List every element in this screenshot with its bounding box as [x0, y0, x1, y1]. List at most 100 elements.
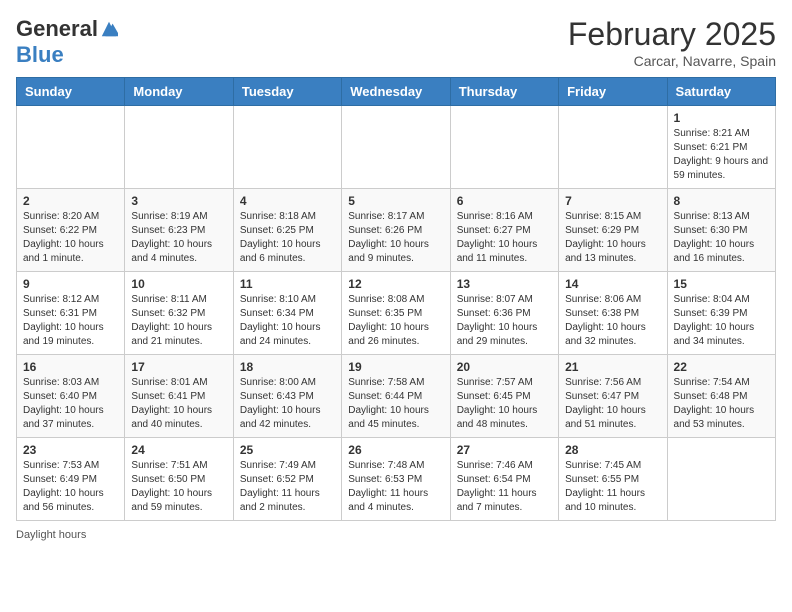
calendar-day-header: Thursday — [450, 78, 558, 106]
day-number: 9 — [23, 277, 118, 291]
logo-general-text: General — [16, 16, 98, 42]
logo-blue-text: Blue — [16, 42, 64, 67]
calendar-week-row: 9 Sunrise: 8:12 AM Sunset: 6:31 PM Daylig… — [17, 272, 776, 355]
calendar-cell — [559, 106, 667, 189]
calendar-cell: 24 Sunrise: 7:51 AM Sunset: 6:50 PM Dayli… — [125, 438, 233, 521]
day-info: Sunrise: 8:08 AM Sunset: 6:35 PM Dayligh… — [348, 293, 443, 349]
day-info: Sunrise: 8:21 AM Sunset: 6:21 PM Dayligh… — [674, 127, 769, 183]
logo-icon — [100, 20, 118, 38]
day-number: 12 — [348, 277, 443, 291]
calendar-cell: 20 Sunrise: 7:57 AM Sunset: 6:45 PM Dayli… — [450, 355, 558, 438]
page-header: General Blue February 2025 Carcar, Navar… — [16, 16, 776, 69]
calendar-cell: 13 Sunrise: 8:07 AM Sunset: 6:36 PM Dayli… — [450, 272, 558, 355]
day-number: 14 — [565, 277, 660, 291]
day-info: Sunrise: 7:53 AM Sunset: 6:49 PM Dayligh… — [23, 459, 118, 515]
day-info: Sunrise: 7:58 AM Sunset: 6:44 PM Dayligh… — [348, 376, 443, 432]
day-number: 20 — [457, 360, 552, 374]
day-info: Sunrise: 8:07 AM Sunset: 6:36 PM Dayligh… — [457, 293, 552, 349]
day-number: 1 — [674, 111, 769, 125]
day-info: Sunrise: 7:45 AM Sunset: 6:55 PM Dayligh… — [565, 459, 660, 515]
day-info: Sunrise: 8:11 AM Sunset: 6:32 PM Dayligh… — [131, 293, 226, 349]
calendar-cell: 19 Sunrise: 7:58 AM Sunset: 6:44 PM Dayli… — [342, 355, 450, 438]
calendar-cell: 16Sunrise: 8:03 AM Sunset: 6:40 PM Dayli… — [17, 355, 125, 438]
day-number: 5 — [348, 194, 443, 208]
logo: General Blue — [16, 16, 118, 68]
day-info: Sunrise: 7:48 AM Sunset: 6:53 PM Dayligh… — [348, 459, 443, 515]
day-info: Sunrise: 8:13 AM Sunset: 6:30 PM Dayligh… — [674, 210, 769, 266]
calendar-cell: 4Sunrise: 8:18 AM Sunset: 6:25 PM Daylig… — [233, 189, 341, 272]
footer-text: Daylight hours — [16, 529, 86, 541]
day-info: Sunrise: 8:20 AM Sunset: 6:22 PM Dayligh… — [23, 210, 118, 266]
calendar-week-row: 16Sunrise: 8:03 AM Sunset: 6:40 PM Dayli… — [17, 355, 776, 438]
calendar-cell: 15 Sunrise: 8:04 AM Sunset: 6:39 PM Dayli… — [667, 272, 775, 355]
calendar-week-row: 2 Sunrise: 8:20 AM Sunset: 6:22 PM Daylig… — [17, 189, 776, 272]
day-number: 8 — [674, 194, 769, 208]
day-number: 13 — [457, 277, 552, 291]
day-info: Sunrise: 8:18 AM Sunset: 6:25 PM Dayligh… — [240, 210, 335, 266]
calendar-week-row: 1 Sunrise: 8:21 AM Sunset: 6:21 PM Daylig… — [17, 106, 776, 189]
calendar-cell: 11Sunrise: 8:10 AM Sunset: 6:34 PM Dayli… — [233, 272, 341, 355]
calendar-cell: 1 Sunrise: 8:21 AM Sunset: 6:21 PM Daylig… — [667, 106, 775, 189]
calendar-cell: 9 Sunrise: 8:12 AM Sunset: 6:31 PM Daylig… — [17, 272, 125, 355]
calendar-day-header: Tuesday — [233, 78, 341, 106]
day-number: 11 — [240, 277, 335, 291]
day-info: Sunrise: 8:17 AM Sunset: 6:26 PM Dayligh… — [348, 210, 443, 266]
day-number: 18 — [240, 360, 335, 374]
calendar-week-row: 23 Sunrise: 7:53 AM Sunset: 6:49 PM Dayli… — [17, 438, 776, 521]
calendar-table: SundayMondayTuesdayWednesdayThursdayFrid… — [16, 77, 776, 521]
day-info: Sunrise: 7:54 AM Sunset: 6:48 PM Dayligh… — [674, 376, 769, 432]
day-info: Sunrise: 8:19 AM Sunset: 6:23 PM Dayligh… — [131, 210, 226, 266]
calendar-cell: 17 Sunrise: 8:01 AM Sunset: 6:41 PM Dayli… — [125, 355, 233, 438]
calendar-cell: 22 Sunrise: 7:54 AM Sunset: 6:48 PM Dayli… — [667, 355, 775, 438]
calendar-cell — [667, 438, 775, 521]
day-info: Sunrise: 8:12 AM Sunset: 6:31 PM Dayligh… — [23, 293, 118, 349]
calendar-day-header: Saturday — [667, 78, 775, 106]
calendar-cell — [342, 106, 450, 189]
day-number: 7 — [565, 194, 660, 208]
day-info: Sunrise: 7:49 AM Sunset: 6:52 PM Dayligh… — [240, 459, 335, 515]
location: Carcar, Navarre, Spain — [568, 53, 776, 69]
day-info: Sunrise: 8:06 AM Sunset: 6:38 PM Dayligh… — [565, 293, 660, 349]
calendar-cell: 14 Sunrise: 8:06 AM Sunset: 6:38 PM Dayli… — [559, 272, 667, 355]
calendar-cell — [125, 106, 233, 189]
day-info: Sunrise: 8:04 AM Sunset: 6:39 PM Dayligh… — [674, 293, 769, 349]
calendar-header-row: SundayMondayTuesdayWednesdayThursdayFrid… — [17, 78, 776, 106]
calendar-cell: 7 Sunrise: 8:15 AM Sunset: 6:29 PM Daylig… — [559, 189, 667, 272]
calendar-cell: 6 Sunrise: 8:16 AM Sunset: 6:27 PM Daylig… — [450, 189, 558, 272]
day-number: 26 — [348, 443, 443, 457]
calendar-cell: 12 Sunrise: 8:08 AM Sunset: 6:35 PM Dayli… — [342, 272, 450, 355]
day-number: 3 — [131, 194, 226, 208]
day-number: 2 — [23, 194, 118, 208]
calendar-cell — [233, 106, 341, 189]
day-number: 21 — [565, 360, 660, 374]
day-info: Sunrise: 8:15 AM Sunset: 6:29 PM Dayligh… — [565, 210, 660, 266]
calendar-cell: 26 Sunrise: 7:48 AM Sunset: 6:53 PM Dayli… — [342, 438, 450, 521]
day-number: 23 — [23, 443, 118, 457]
calendar-day-header: Sunday — [17, 78, 125, 106]
day-number: 22 — [674, 360, 769, 374]
calendar-cell: 25Sunrise: 7:49 AM Sunset: 6:52 PM Dayli… — [233, 438, 341, 521]
calendar-cell: 10 Sunrise: 8:11 AM Sunset: 6:32 PM Dayli… — [125, 272, 233, 355]
day-info: Sunrise: 7:51 AM Sunset: 6:50 PM Dayligh… — [131, 459, 226, 515]
calendar-cell: 3 Sunrise: 8:19 AM Sunset: 6:23 PM Daylig… — [125, 189, 233, 272]
calendar-cell: 2 Sunrise: 8:20 AM Sunset: 6:22 PM Daylig… — [17, 189, 125, 272]
title-block: February 2025 Carcar, Navarre, Spain — [568, 16, 776, 69]
calendar-cell — [17, 106, 125, 189]
day-info: Sunrise: 8:16 AM Sunset: 6:27 PM Dayligh… — [457, 210, 552, 266]
calendar-cell: 5 Sunrise: 8:17 AM Sunset: 6:26 PM Daylig… — [342, 189, 450, 272]
calendar-cell — [450, 106, 558, 189]
day-number: 19 — [348, 360, 443, 374]
day-number: 27 — [457, 443, 552, 457]
day-info: Sunrise: 7:56 AM Sunset: 6:47 PM Dayligh… — [565, 376, 660, 432]
day-number: 6 — [457, 194, 552, 208]
day-number: 17 — [131, 360, 226, 374]
day-number: 24 — [131, 443, 226, 457]
day-info: Sunrise: 7:57 AM Sunset: 6:45 PM Dayligh… — [457, 376, 552, 432]
day-info: Sunrise: 8:01 AM Sunset: 6:41 PM Dayligh… — [131, 376, 226, 432]
day-info: Sunrise: 8:00 AM Sunset: 6:43 PM Dayligh… — [240, 376, 335, 432]
day-number: 15 — [674, 277, 769, 291]
day-number: 10 — [131, 277, 226, 291]
calendar-day-header: Friday — [559, 78, 667, 106]
calendar-cell: 27Sunrise: 7:46 AM Sunset: 6:54 PM Dayli… — [450, 438, 558, 521]
footer: Daylight hours — [16, 529, 776, 541]
